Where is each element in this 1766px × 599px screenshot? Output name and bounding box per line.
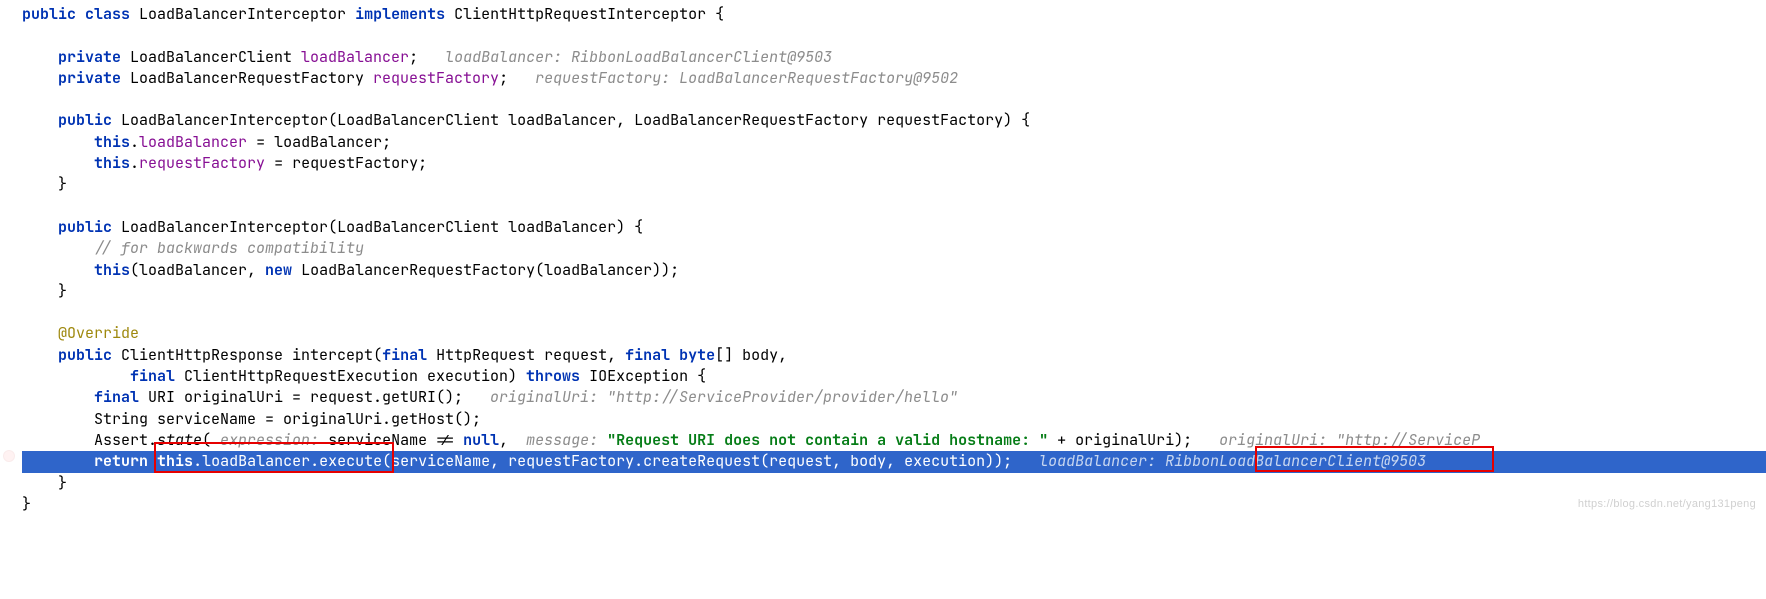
code-area[interactable]: public class LoadBalancerInterceptor imp… xyxy=(22,4,1766,515)
code-line[interactable]: final URI originalUri = request.getURI()… xyxy=(22,387,1766,408)
code-line[interactable]: Assert.state( expression: serviceName !=… xyxy=(22,430,1766,451)
code-line[interactable]: final ClientHttpRequestExecution executi… xyxy=(22,366,1766,387)
code-line[interactable]: this.requestFactory = requestFactory; xyxy=(22,153,1766,174)
code-line[interactable]: private LoadBalancerClient loadBalancer;… xyxy=(22,47,1766,68)
code-line[interactable]: public LoadBalancerInterceptor(LoadBalan… xyxy=(22,110,1766,131)
inline-hint: originalUri: "http://ServiceProvider/pro… xyxy=(490,387,958,407)
code-line[interactable]: String serviceName = originalUri.getHost… xyxy=(22,409,1766,430)
code-line[interactable]: } xyxy=(22,174,1766,195)
code-line[interactable] xyxy=(22,89,1766,110)
code-line[interactable]: } xyxy=(22,281,1766,302)
code-line[interactable]: // for backwards compatibility xyxy=(22,238,1766,259)
code-line[interactable]: public LoadBalancerInterceptor(LoadBalan… xyxy=(22,217,1766,238)
code-line[interactable] xyxy=(22,302,1766,323)
code-line[interactable] xyxy=(22,196,1766,217)
code-line[interactable]: } xyxy=(22,473,1766,494)
inline-hint: originalUri: "http://ServiceP xyxy=(1219,430,1480,450)
code-line[interactable]: } xyxy=(22,494,1766,515)
code-editor[interactable]: public class LoadBalancerInterceptor imp… xyxy=(0,0,1766,519)
code-line[interactable]: this(loadBalancer, new LoadBalancerReque… xyxy=(22,260,1766,281)
code-line[interactable]: this.loadBalancer = loadBalancer; xyxy=(22,132,1766,153)
param-hint: expression: xyxy=(211,430,328,450)
code-line[interactable]: private LoadBalancerRequestFactory reque… xyxy=(22,68,1766,89)
code-line[interactable]: public class LoadBalancerInterceptor imp… xyxy=(22,4,1766,25)
code-line[interactable]: public ClientHttpResponse intercept(fina… xyxy=(22,345,1766,366)
inline-hint: requestFactory: LoadBalancerRequestFacto… xyxy=(535,68,958,88)
param-hint: message: xyxy=(526,430,607,450)
watermark: https://blog.csdn.net/yang131peng xyxy=(1578,494,1756,515)
inline-hint: loadBalancer: RibbonLoadBalancerClient@9… xyxy=(1039,451,1444,471)
code-line[interactable]: @Override xyxy=(22,323,1766,344)
inline-hint: loadBalancer: RibbonLoadBalancerClient@9… xyxy=(445,47,832,67)
code-line[interactable] xyxy=(22,25,1766,46)
gutter xyxy=(0,4,20,519)
execution-line[interactable]: return this.loadBalancer.execute(service… xyxy=(22,451,1766,472)
